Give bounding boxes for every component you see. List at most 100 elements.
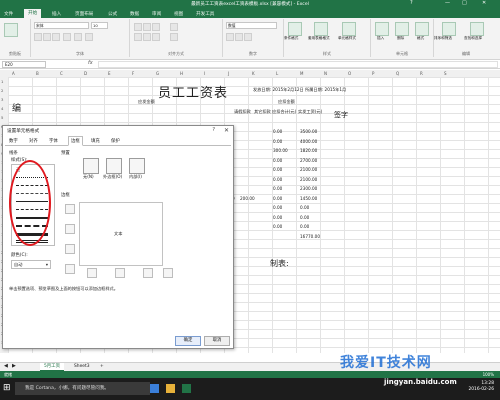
comma-icon[interactable] — [244, 33, 252, 41]
cortana-search-box[interactable]: 我是 Cortana，小娜。有问题尽管问我。 — [15, 382, 150, 395]
salary-cell[interactable]: 0.00 — [273, 167, 282, 172]
table-format-icon[interactable] — [314, 22, 328, 36]
salary-cell[interactable]: 4000.00 — [300, 139, 317, 144]
tab-review[interactable]: 审阅 — [152, 11, 161, 17]
sheet-tab-may-salary[interactable]: 5月工资 — [40, 363, 64, 371]
border-center-icon[interactable] — [115, 268, 125, 278]
align-middle-icon[interactable] — [143, 23, 151, 31]
percent-icon[interactable] — [235, 33, 243, 41]
border-middle-icon[interactable] — [65, 224, 75, 234]
align-bottom-icon[interactable] — [152, 23, 160, 31]
row-header[interactable]: 4 — [1, 106, 3, 111]
column-header[interactable]: G — [156, 71, 159, 76]
scroll-right-icon[interactable]: ▶ — [12, 363, 16, 369]
edge-icon[interactable] — [150, 384, 159, 393]
preset-none-icon[interactable] — [83, 158, 99, 174]
add-sheet-button[interactable]: + — [96, 363, 108, 370]
column-header[interactable]: D — [84, 71, 87, 76]
explorer-icon[interactable] — [166, 384, 175, 393]
delete-cells-icon[interactable] — [395, 22, 409, 36]
align-left-icon[interactable] — [134, 33, 142, 41]
salary-cell[interactable]: 2100.00 — [300, 167, 317, 172]
salary-cell[interactable]: 0.00 — [273, 205, 282, 210]
border-icon[interactable] — [63, 33, 71, 41]
border-bottom-icon[interactable] — [65, 244, 75, 254]
border-diag-down-icon[interactable] — [163, 268, 173, 278]
tab-font[interactable]: 字体 — [49, 138, 58, 144]
tab-insert[interactable]: 插入 — [52, 11, 61, 17]
border-diag-up-icon[interactable] — [65, 264, 75, 274]
salary-cell[interactable]: 0.00 — [273, 129, 282, 134]
name-box[interactable]: E20 — [2, 61, 46, 68]
preset-inside-icon[interactable] — [129, 158, 145, 174]
start-icon[interactable]: ⊞ — [3, 383, 11, 393]
salary-cell[interactable]: 0.00 — [300, 224, 309, 229]
tab-protection[interactable]: 保护 — [111, 138, 120, 144]
scroll-left-icon[interactable]: ◀ — [4, 363, 8, 369]
column-header[interactable]: I — [204, 71, 205, 76]
column-header[interactable]: Q — [396, 71, 399, 76]
column-header[interactable]: H — [180, 71, 183, 76]
column-header[interactable]: B — [36, 71, 39, 76]
salary-cell[interactable]: 0.00 — [273, 186, 282, 191]
salary-cell[interactable]: 0.00 — [300, 215, 309, 220]
salary-cell[interactable]: 0.00 — [273, 177, 282, 182]
salary-cell[interactable]: 0.00 — [273, 196, 282, 201]
salary-cell[interactable]: 16770.00 — [300, 234, 320, 239]
row-header[interactable]: 3 — [1, 97, 3, 102]
conditional-format-icon[interactable] — [288, 22, 302, 36]
salary-cell[interactable]: 2700.00 — [300, 158, 317, 163]
border-top-icon[interactable] — [65, 204, 75, 214]
font-size-select[interactable]: 10 — [91, 22, 108, 29]
number-format-select[interactable]: 数值 — [226, 22, 277, 29]
currency-icon[interactable] — [226, 33, 234, 41]
column-header[interactable]: S — [444, 71, 447, 76]
restore-button[interactable]: □ — [462, 0, 467, 6]
tab-file[interactable]: 文件 — [4, 11, 13, 17]
column-header[interactable]: A — [12, 71, 15, 76]
column-header[interactable]: O — [348, 71, 351, 76]
column-header[interactable]: L — [276, 71, 278, 76]
tab-fill[interactable]: 填充 — [91, 138, 100, 144]
salary-cell[interactable]: 3500.00 — [300, 129, 317, 134]
column-header[interactable]: R — [420, 71, 423, 76]
zoom-level[interactable]: 100% — [483, 372, 494, 377]
column-header[interactable]: P — [372, 71, 374, 76]
fx-icon[interactable]: fx — [88, 60, 93, 66]
fill-color-icon[interactable] — [74, 33, 82, 41]
color-select[interactable]: 自动 ▾ — [11, 260, 51, 269]
font-color-icon[interactable] — [85, 33, 93, 41]
tab-formulas[interactable]: 公式 — [108, 11, 117, 17]
column-header[interactable]: J — [228, 71, 229, 76]
sort-filter-icon[interactable] — [442, 22, 456, 36]
salary-cell[interactable]: 0.00 — [273, 215, 282, 220]
border-preview[interactable]: 文本 — [79, 202, 163, 266]
font-name-select[interactable]: 宋体 — [34, 22, 89, 29]
tab-number[interactable]: 数字 — [9, 138, 18, 144]
salary-cell[interactable]: 0.00 — [300, 205, 309, 210]
taskbar-clock[interactable]: 13:28 2016-02-26 — [468, 381, 494, 393]
tab-alignment[interactable]: 对齐 — [29, 138, 38, 144]
column-header[interactable]: M — [300, 71, 303, 76]
sheet-tab-sheet3[interactable]: Sheet3 — [70, 363, 94, 370]
bold-icon[interactable] — [34, 33, 42, 41]
salary-cell[interactable]: 0.00 — [273, 224, 282, 229]
tab-home[interactable]: 开始 — [24, 9, 42, 18]
column-header[interactable]: N — [324, 71, 327, 76]
align-right-icon[interactable] — [152, 33, 160, 41]
border-left-icon[interactable] — [87, 268, 97, 278]
salary-cell[interactable]: 1820.00 — [300, 148, 317, 153]
insert-cells-icon[interactable] — [375, 22, 389, 36]
salary-cell[interactable]: 0.00 — [273, 158, 282, 163]
help-button[interactable]: ? — [410, 0, 413, 6]
underline-icon[interactable] — [52, 33, 60, 41]
row-header[interactable]: 2 — [1, 88, 3, 93]
tab-border[interactable]: 边框 — [68, 136, 83, 146]
dialog-close-icon[interactable]: ✕ — [224, 127, 229, 134]
salary-cell[interactable]: 300.00 — [273, 148, 288, 153]
row-header[interactable]: 5 — [1, 115, 3, 120]
column-header[interactable]: E — [108, 71, 111, 76]
tab-developer[interactable]: 开发工具 — [196, 11, 214, 17]
column-header[interactable]: C — [60, 71, 63, 76]
ok-button[interactable]: 确定 — [175, 336, 201, 346]
